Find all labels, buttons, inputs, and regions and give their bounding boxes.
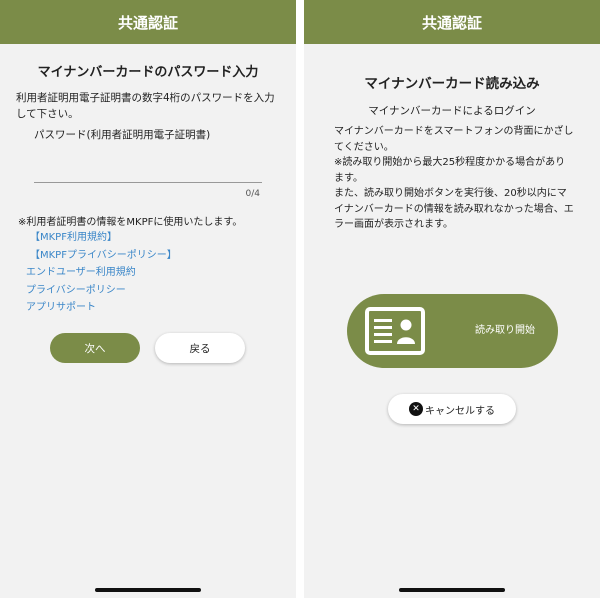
- header-title: 共通認証: [421, 13, 482, 32]
- instruction-text: 利用者証明用電子証明書の数字4桁のパスワードを入力して下さい。: [16, 92, 275, 120]
- usage-note: ※利用者証明書の情報をMKPFに使用いたします。: [18, 217, 243, 228]
- header: 共通認証: [0, 0, 296, 44]
- cancel-button[interactable]: ✕ キャンセルする: [388, 394, 516, 424]
- home-indicator: [399, 588, 505, 592]
- app-support-link[interactable]: アプリサポート: [26, 299, 177, 317]
- start-reading-label: 読み取り開始: [475, 325, 535, 336]
- character-counter: 0/4: [245, 189, 260, 199]
- back-button[interactable]: 戻る: [155, 333, 245, 363]
- password-input[interactable]: [34, 150, 262, 183]
- start-reading-button[interactable]: 読み取り開始: [347, 294, 558, 368]
- page-subtitle: マイナンバーカードによるログイン: [368, 105, 536, 117]
- mkpf-privacy-link[interactable]: 【MKPFプライバシーポリシー】: [30, 247, 177, 265]
- id-card-icon: [365, 307, 425, 355]
- instruction-line: ※読み取り開始から最大25秒程度かかる場合があります。: [334, 157, 566, 184]
- end-user-terms-link[interactable]: エンドユーザー利用規約: [26, 264, 177, 282]
- password-entry-screen: 共通認証 マイナンバーカードのパスワード入力 利用者証明用電子証明書の数字4桁の…: [0, 0, 296, 598]
- header-title: 共通認証: [117, 13, 178, 32]
- password-field-label: パスワード(利用者証明用電子証明書): [34, 129, 211, 141]
- header: 共通認証: [304, 0, 600, 44]
- next-button[interactable]: 次へ: [50, 333, 140, 363]
- instruction-line: マイナンバーカードをスマートフォンの背面にかざしてください。: [334, 126, 574, 153]
- page-title: マイナンバーカード読み込み: [364, 76, 540, 92]
- links-list: 【MKPF利用規約】 【MKPFプライバシーポリシー】 エンドユーザー利用規約 …: [26, 229, 177, 317]
- privacy-policy-link[interactable]: プライバシーポリシー: [26, 282, 177, 300]
- home-indicator: [95, 588, 201, 592]
- close-circle-icon: ✕: [409, 402, 423, 416]
- page-title: マイナンバーカードのパスワード入力: [37, 65, 259, 80]
- instruction-line: また、読み取り開始ボタンを実行後、20秒以内にマイナンバーカードの情報を読み取れ…: [334, 188, 574, 230]
- mkpf-terms-link[interactable]: 【MKPF利用規約】: [30, 229, 177, 247]
- instruction-text: マイナンバーカードをスマートフォンの背面にかざしてください。 ※読み取り開始から…: [334, 124, 574, 233]
- cancel-label: キャンセルする: [425, 405, 495, 417]
- card-read-screen: 共通認証 マイナンバーカード読み込み マイナンバーカードによるログイン マイナン…: [304, 0, 600, 598]
